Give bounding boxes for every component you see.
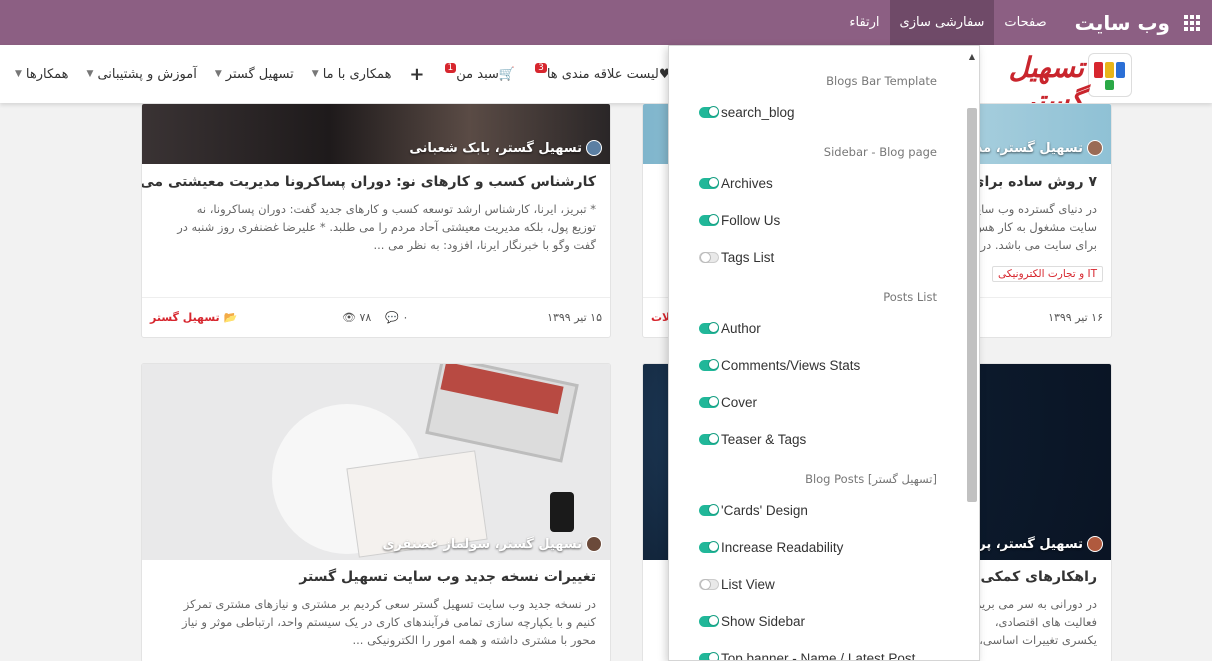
avatar: [1087, 536, 1103, 552]
nav-wishlist-label: لیست علاقه مندی ها: [546, 66, 659, 82]
toggle-on-icon[interactable]: [699, 177, 719, 189]
option-teaser-tags[interactable]: Teaser & Tags: [699, 432, 806, 447]
toggle-off-icon[interactable]: [699, 252, 719, 263]
option-author[interactable]: Author: [699, 321, 761, 336]
cart-icon: 🛒: [498, 66, 516, 82]
card-date: ۱۶ تیر ۱۳۹۹: [1048, 311, 1103, 324]
nav-tashil-label: تسهیل گستر: [225, 66, 294, 82]
toggle-on-icon[interactable]: [699, 106, 719, 118]
card-footer: ۱۵ تیر ۱۳۹۹ ۰ 💬 ۷۸ 👁 📂 تسهیل گستر: [142, 297, 610, 337]
option-increase-readability[interactable]: Increase Readability: [699, 540, 843, 555]
toggle-on-icon[interactable]: [699, 615, 719, 627]
chevron-down-icon: ▼: [86, 69, 94, 79]
nav-cooperate-label: همکاری با ما: [322, 66, 392, 82]
site-logo[interactable]: تسهیل گستر: [982, 49, 1132, 117]
comment-icon: 💬: [385, 311, 399, 324]
chevron-down-icon: ▼: [311, 69, 319, 79]
nav-support-label: آموزش و پشتیبانی: [97, 66, 197, 82]
option-archives[interactable]: Archives: [699, 176, 773, 191]
card-teaser: در دورانی به سر می بریم فعالیت های اقتصا…: [974, 597, 1097, 647]
card-author-name: تسهیل گستر، سولماز غضنفری: [382, 536, 582, 552]
nav-cart[interactable]: 🛒 سبد من 1: [434, 63, 525, 82]
toggle-on-icon[interactable]: [699, 214, 719, 226]
card-author[interactable]: تسهیل گستر، مدیر: [963, 140, 1103, 156]
option-cover[interactable]: Cover: [699, 395, 757, 410]
group-header: Blogs Bar Template: [826, 74, 937, 88]
editor-topbar: وب سایت صفحات سفارشی سازی ارتقاء: [0, 0, 1212, 45]
customize-dropdown: ▲ Blogs Bar Template search_blog Sidebar…: [668, 45, 980, 661]
blog-card[interactable]: تسهیل گستر، بابک شعبانی کارشناس کسب و کا…: [141, 103, 611, 338]
card-category-label: تسهیل گستر: [150, 311, 220, 324]
card-title[interactable]: کارشناس کسب و کارهای نو: دوران پساکرونا …: [142, 174, 596, 190]
menu-upgrade[interactable]: ارتقاء: [839, 0, 889, 45]
wishlist-count-badge: 3: [535, 63, 547, 73]
toggle-on-icon[interactable]: [699, 396, 719, 408]
option-cards-design[interactable]: 'Cards' Design: [699, 503, 808, 518]
nav-cart-label: سبد من: [456, 66, 499, 82]
site-header: تسهیل گستر ♥ لیست علاقه مندی ها 3 🛒 سبد …: [0, 45, 1212, 117]
nav-partners[interactable]: همکارها ▼: [6, 67, 78, 82]
card-cover-image[interactable]: [142, 364, 610, 560]
menu-pages[interactable]: صفحات: [994, 0, 1056, 45]
option-show-sidebar[interactable]: Show Sidebar: [699, 614, 805, 629]
scroll-up-arrow-icon[interactable]: ▲: [969, 52, 975, 61]
group-header: Posts List: [883, 290, 937, 304]
view-count: ۷۸: [359, 311, 372, 324]
cover-phone-decoration: [550, 492, 574, 532]
nav-support[interactable]: آموزش و پشتیبانی ▼: [78, 67, 206, 82]
main-nav: ♥ لیست علاقه مندی ها 3 🛒 سبد من 1 + همکا…: [6, 45, 680, 103]
option-tags-list[interactable]: Tags List: [699, 250, 774, 265]
card-author[interactable]: تسهیل گستر، سولماز غضنفری: [382, 536, 602, 552]
card-teaser: در دنیای گسترده وب سایت سایت مشغول به کا…: [966, 202, 1097, 252]
logo-badge-icon: [1088, 53, 1132, 97]
brand-title[interactable]: وب سایت: [1075, 11, 1170, 35]
card-date: ۱۵ تیر ۱۳۹۹: [547, 311, 602, 324]
toggle-on-icon[interactable]: [699, 433, 719, 445]
dropdown-scrollbar[interactable]: [967, 108, 977, 502]
option-follow-us[interactable]: Follow Us: [699, 213, 780, 228]
option-top-banner[interactable]: Top banner - Name / Latest Post: [699, 651, 915, 660]
chevron-down-icon: ▼: [15, 69, 22, 79]
blog-card[interactable]: تسهیل گستر، سولماز غضنفری تغییرات نسخه ج…: [141, 363, 611, 661]
option-search-blog[interactable]: search_blog: [699, 105, 795, 120]
toggle-on-icon[interactable]: [699, 541, 719, 553]
cart-count-badge: 1: [444, 63, 457, 73]
binoculars-icon: 👁: [342, 311, 356, 324]
avatar: [1087, 140, 1103, 156]
nav-tashil[interactable]: تسهیل گستر ▼: [206, 67, 303, 82]
comment-count: ۰: [402, 311, 409, 324]
card-category[interactable]: 📂 تسهیل گستر: [150, 311, 237, 324]
nav-partners-label: همکارها: [25, 66, 69, 82]
toggle-on-icon[interactable]: [699, 504, 719, 516]
card-teaser: * تبریز، ایرنا، کارشناس ارشد توسعه کسب و…: [177, 202, 596, 252]
nav-wishlist[interactable]: ♥ لیست علاقه مندی ها 3: [524, 63, 679, 82]
card-tags: IT و تجارت الکترونیکی: [988, 262, 1103, 282]
folder-icon: 📂: [223, 311, 238, 324]
group-header: Blog Posts [تسهیل گستر]: [805, 472, 937, 486]
option-comments-views[interactable]: Comments/Views Stats: [699, 358, 860, 373]
toggle-off-icon[interactable]: [699, 579, 719, 590]
card-author-name: تسهیل گستر، مدیر: [962, 140, 1083, 156]
card-teaser: در نسخه جدید وب سایت تسهیل گستر سعی کردی…: [181, 597, 596, 647]
tag[interactable]: IT و تجارت الکترونیکی: [991, 266, 1103, 282]
option-list-view[interactable]: List View: [699, 577, 775, 592]
group-header: Sidebar - Blog page: [823, 145, 937, 159]
toggle-on-icon[interactable]: [699, 652, 719, 660]
toggle-on-icon[interactable]: [699, 322, 719, 334]
card-author[interactable]: تسهیل گستر، بابک شعبانی: [409, 140, 602, 156]
card-author-name: تسهیل گستر، بابک شعبانی: [409, 140, 582, 156]
avatar: [586, 140, 602, 156]
apps-grid-icon[interactable]: [1182, 14, 1200, 31]
card-stats: ۰ 💬 ۷۸ 👁: [342, 311, 408, 324]
nav-cooperate[interactable]: همکاری با ما ▼: [303, 67, 401, 82]
nav-add-button[interactable]: +: [400, 64, 433, 85]
card-title[interactable]: تغییرات نسخه جدید وب سایت تسهیل گستر: [299, 569, 596, 585]
chevron-down-icon: ▼: [214, 69, 222, 79]
menu-customize[interactable]: سفارشی سازی: [889, 0, 995, 45]
avatar: [586, 536, 602, 552]
toggle-on-icon[interactable]: [699, 359, 719, 371]
